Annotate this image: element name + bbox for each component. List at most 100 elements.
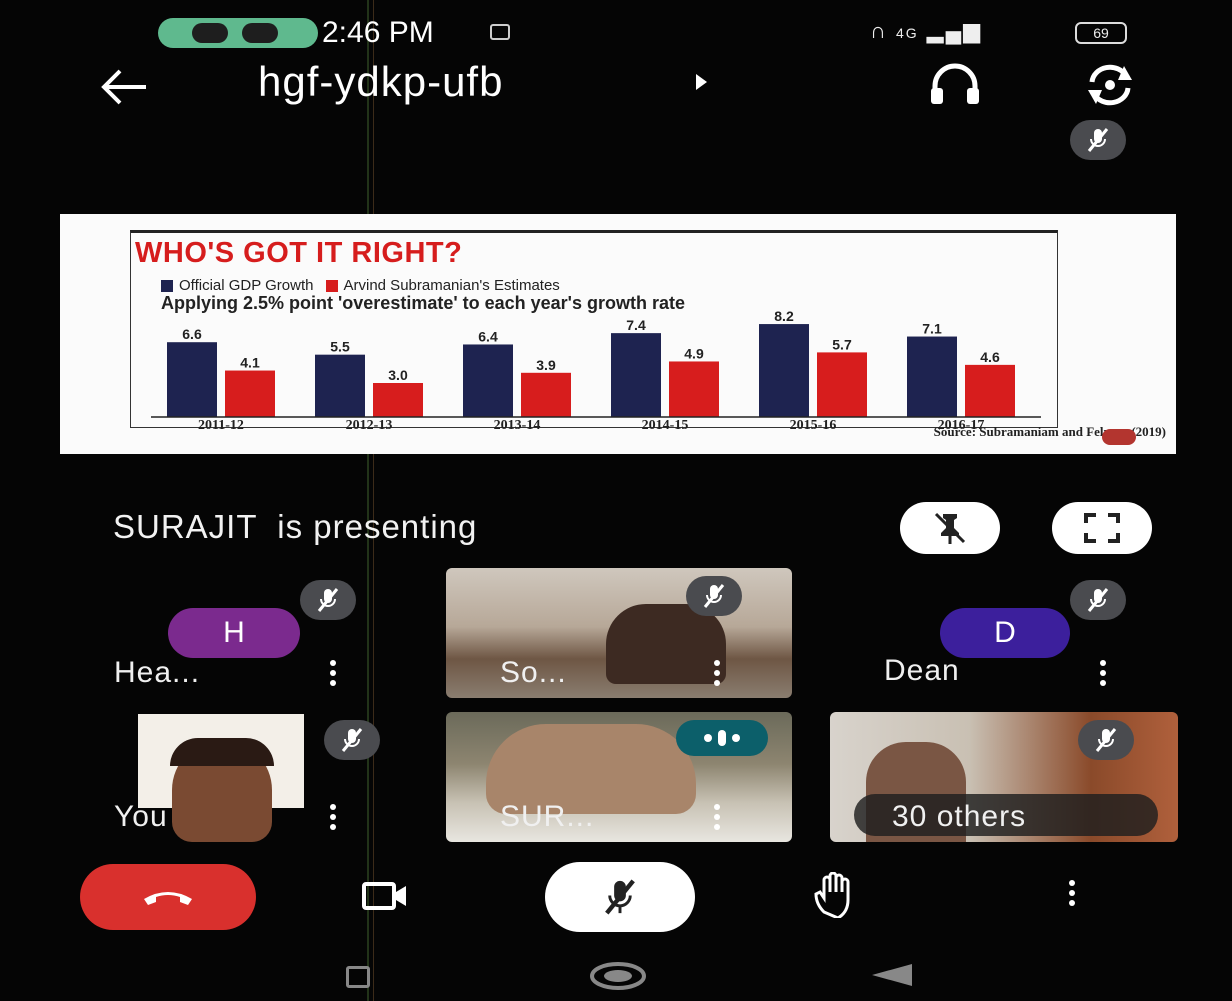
cast-icon: [490, 24, 510, 40]
headphones-status-icon: ∩: [870, 18, 888, 43]
more-vert-icon: [1066, 880, 1078, 916]
participant-name: So...: [500, 656, 567, 689]
participant-tile[interactable]: So...: [446, 568, 792, 698]
signal-icon: ▂▄▆: [926, 18, 983, 43]
fullscreen-button[interactable]: [1052, 502, 1152, 554]
end-call-icon: [144, 892, 192, 905]
fullscreen-icon: [1084, 513, 1120, 543]
participant-muted-badge: [324, 720, 380, 760]
screen-artifact-line: [373, 0, 374, 1001]
category-label: 2011-12: [198, 418, 244, 431]
participant-tile-self[interactable]: You: [100, 710, 400, 842]
others-tile[interactable]: 30 others: [830, 712, 1178, 842]
status-icons: ∩ 4G ▂▄▆: [870, 18, 982, 44]
participant-muted-badge: [300, 580, 356, 620]
others-count: 30 others: [892, 800, 1027, 833]
network-type-label: 4G: [895, 25, 919, 41]
category-label: 2012-13: [346, 418, 393, 431]
switch-camera-icon: [1088, 64, 1132, 106]
gdp-bar-chart: 6.6 4.1 2011-12 5.5 3.0 2012-13 6.4 3.9 2013-14 7…: [151, 308, 1041, 431]
participant-name: SUR...: [500, 800, 595, 833]
presenter-muted-badge: [1070, 120, 1126, 160]
mic-off-icon: [703, 584, 725, 608]
back-arrow-icon: [101, 69, 146, 105]
screen-artifact-line: [367, 0, 369, 1001]
unpin-button[interactable]: [900, 502, 1000, 554]
participant-muted-badge: [686, 576, 742, 616]
bar-official-2014-15: [611, 333, 661, 417]
slide-frame: WHO'S GOT IT RIGHT? Official GDP Growth …: [130, 230, 1058, 431]
nav-back-button[interactable]: [872, 964, 912, 986]
microphone-button[interactable]: [545, 862, 695, 932]
audio-output-button[interactable]: [925, 58, 985, 112]
mic-off-icon: [341, 728, 363, 752]
home-button[interactable]: [588, 962, 648, 990]
category-label: 2014-15: [642, 418, 689, 431]
back-button[interactable]: [96, 62, 156, 112]
headset-icon: [931, 63, 979, 104]
category-label: 2013-14: [494, 418, 541, 431]
speaking-indicator: [676, 720, 768, 756]
battery-indicator: 69: [1075, 22, 1127, 44]
shared-screen[interactable]: WHO'S GOT IT RIGHT? Official GDP Growth …: [60, 214, 1176, 454]
participant-muted-badge: [1070, 580, 1126, 620]
bar-estimate-2014-15: [669, 361, 719, 417]
bar-value-label: 4.1: [240, 355, 260, 371]
bar-value-label: 3.0: [388, 367, 408, 383]
avatar: H: [168, 608, 300, 658]
more-vert-icon[interactable]: [328, 804, 338, 834]
bar-value-label: 7.4: [626, 317, 646, 333]
avatar: D: [940, 608, 1070, 658]
participant-tile[interactable]: SUR...: [446, 712, 792, 842]
bar-estimate-2012-13: [373, 383, 423, 417]
mic-off-icon: [1087, 588, 1109, 612]
switch-camera-button[interactable]: [1078, 58, 1142, 112]
mic-off-icon: [1095, 728, 1117, 752]
home-icon: [590, 962, 646, 990]
bar-value-label: 5.7: [832, 336, 852, 352]
bar-official-2015-16: [759, 324, 809, 417]
more-options-button[interactable]: [1066, 880, 1078, 916]
raise-hand-icon: [814, 871, 850, 920]
bar-value-label: 6.4: [478, 328, 498, 344]
presenting-label: SURAJIT is presenting: [113, 508, 478, 545]
bar-estimate-2011-12: [225, 370, 275, 417]
raise-hand-button[interactable]: [812, 871, 856, 920]
mic-off-icon: [605, 879, 635, 915]
more-vert-icon[interactable]: [712, 660, 722, 690]
bar-estimate-2013-14: [521, 372, 571, 417]
more-vert-icon[interactable]: [712, 804, 722, 834]
mic-off-icon: [1087, 128, 1109, 152]
meeting-details-caret-icon[interactable]: [696, 74, 707, 90]
unpin-icon: [934, 512, 966, 544]
meeting-code[interactable]: hgf-ydkp-ufb: [258, 58, 503, 106]
camera-in-use-icon: [192, 23, 228, 43]
bar-value-label: 3.9: [536, 357, 556, 373]
participant-name: Dean: [884, 654, 960, 687]
bar-official-2012-13: [315, 354, 365, 417]
bar-value-label: 8.2: [774, 308, 794, 324]
end-call-button[interactable]: [80, 864, 256, 930]
bar-estimate-2016-17: [965, 364, 1015, 417]
channel-logo: [1102, 429, 1136, 445]
more-vert-icon[interactable]: [1098, 660, 1108, 690]
participant-tile[interactable]: H Hea...: [100, 570, 400, 700]
bar-value-label: 5.5: [330, 339, 350, 355]
recent-apps-button[interactable]: [346, 966, 370, 988]
mic-off-icon: [317, 588, 339, 612]
mic-in-use-icon: [242, 23, 278, 43]
bar-value-label: 7.1: [922, 321, 942, 337]
self-video-hair: [170, 738, 274, 766]
bar-value-label: 4.9: [684, 345, 704, 361]
camera-button[interactable]: [360, 876, 410, 916]
recording-indicator: [158, 18, 318, 48]
more-vert-icon[interactable]: [328, 660, 338, 690]
participant-tile[interactable]: D Dean: [850, 570, 1170, 700]
bar-official-2013-14: [463, 344, 513, 417]
status-time: 2:46 PM: [322, 16, 434, 49]
participant-name: You: [114, 800, 168, 833]
participant-muted-badge: [1078, 720, 1134, 760]
bar-estimate-2015-16: [817, 352, 867, 417]
camera-icon: [362, 882, 406, 910]
participant-name: Hea...: [114, 656, 201, 689]
